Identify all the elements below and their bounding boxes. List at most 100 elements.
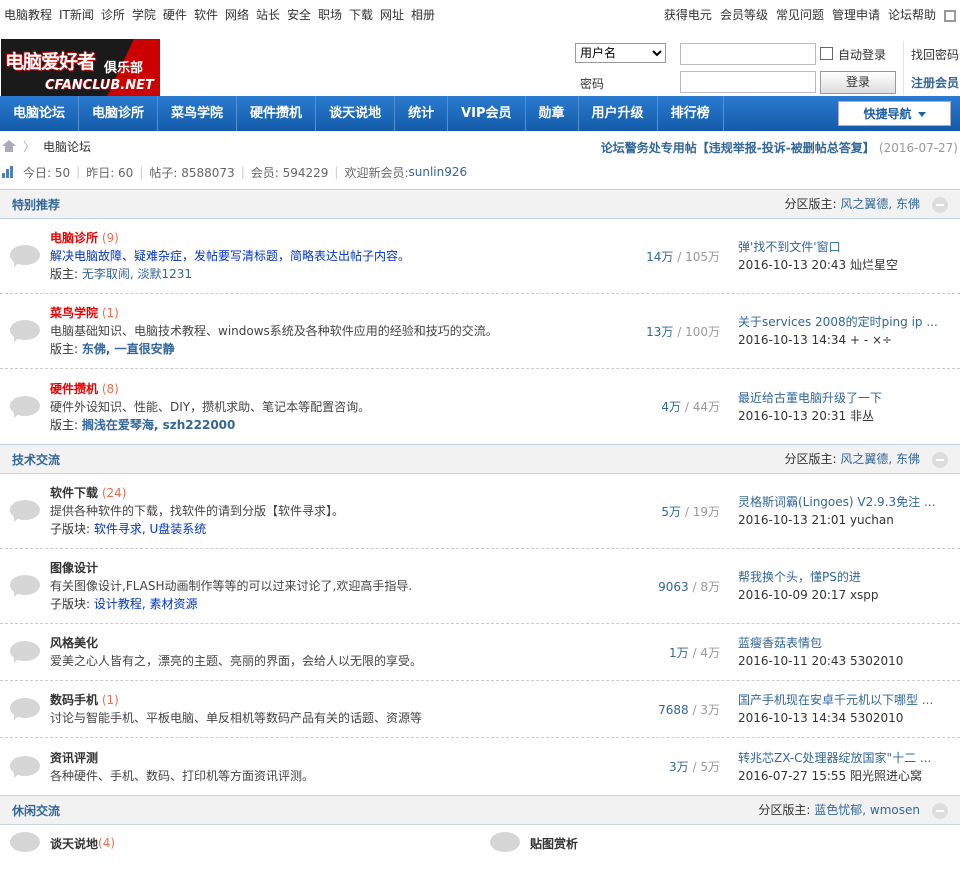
password-input[interactable] — [680, 71, 816, 93]
forum-name[interactable]: 风格美化 — [50, 636, 98, 650]
nav-item[interactable]: 谈天说地 — [316, 96, 396, 131]
section-tech: 技术交流 分区版主: 风之翼德, 东佛 软件下载 (24) 提供各种软件的下载，… — [0, 444, 960, 795]
forum-name[interactable]: 软件下载 — [50, 486, 98, 500]
moderator-links[interactable]: 东佛, 一直很安静 — [82, 342, 175, 356]
top-link[interactable]: 网址 — [380, 8, 404, 22]
forum-name[interactable]: 资讯评测 — [50, 751, 98, 765]
forum-name[interactable]: 硬件攒机 — [50, 382, 98, 396]
nav-item[interactable]: 用户升级 — [579, 96, 658, 131]
forum-name[interactable]: 数码手机 — [50, 693, 98, 707]
auto-login-checkbox[interactable] — [820, 47, 833, 60]
nav-item[interactable]: 菜鸟学院 — [158, 96, 238, 131]
forum-info: 软件下载 (24) 提供各种软件的下载，找软件的请到分版【软件寻求】。 子版块:… — [50, 484, 588, 538]
thread-count: 9063 — [658, 579, 689, 594]
auto-login-label[interactable]: 自动登录 — [838, 46, 886, 63]
find-password-link[interactable]: 找回密码 — [911, 46, 959, 63]
home-icon[interactable] — [2, 140, 16, 152]
login-button[interactable]: 登录 — [820, 71, 896, 94]
section-title[interactable]: 特别推荐 — [12, 196, 60, 213]
nav-item[interactable]: 硬件攒机 — [237, 96, 317, 131]
forum-new-count: (9) — [98, 231, 119, 245]
notice-link[interactable]: 论坛警务处专用帖【违规举报-投诉-被删帖总答复】 (2016-07-27) — [601, 139, 958, 156]
nav-item[interactable]: 电脑诊所 — [79, 96, 159, 131]
forum-row: 风格美化 爱美之心人皆有之，漂亮的主题、亮丽的界面，会给人以无限的享受。 1万 … — [0, 624, 960, 681]
top-link[interactable]: 安全 — [287, 8, 311, 22]
top-link[interactable]: 会员等级 — [720, 8, 768, 22]
forum-name[interactable]: 贴图赏析 — [530, 835, 578, 852]
last-post-title[interactable]: 灵格斯词霸(Lingoes) V2.9.3免注 ... — [738, 493, 960, 511]
nav-item[interactable]: 统计 — [395, 96, 449, 131]
forum-name[interactable]: 谈天说地 — [50, 835, 98, 852]
top-link[interactable]: 软件 — [194, 8, 218, 22]
nav-item[interactable]: 勋章 — [526, 96, 579, 131]
register-link[interactable]: 注册会员 — [911, 74, 959, 91]
nav-item[interactable]: VIP会员 — [448, 96, 526, 131]
top-link[interactable]: 论坛帮助 — [888, 8, 936, 22]
section-title[interactable]: 技术交流 — [12, 451, 60, 468]
top-link[interactable]: 硬件 — [163, 8, 187, 22]
thread-count: 5万 — [661, 504, 682, 519]
welcome-label: 欢迎新会员: — [344, 165, 409, 180]
nav-item[interactable]: 排行榜 — [658, 96, 724, 131]
forum-counts: 13万 / 100万 — [646, 324, 720, 339]
last-post-title[interactable]: 弹'找不到文件'窗口 — [738, 238, 960, 256]
section-title[interactable]: 休闲交流 — [12, 802, 60, 819]
username-input[interactable] — [680, 43, 816, 65]
top-link[interactable]: 相册 — [411, 8, 435, 22]
last-post-title[interactable]: 最近给古董电脑升级了一下 — [738, 389, 960, 407]
forum-new-count: (1) — [98, 693, 119, 707]
top-link[interactable]: 学院 — [132, 8, 156, 22]
breadcrumb-current[interactable]: 电脑论坛 — [43, 138, 91, 155]
last-post-title[interactable]: 蓝瘦香菇表情包 — [738, 634, 960, 652]
top-link[interactable]: 电脑教程 — [4, 8, 52, 22]
top-link[interactable]: 诊所 — [101, 8, 125, 22]
moderator-links[interactable]: 蓝色忧郁, wmosen — [814, 803, 920, 817]
collapse-icon[interactable] — [932, 196, 948, 213]
top-link[interactable]: 常见问题 — [776, 8, 824, 22]
last-post-title[interactable]: 帮我换个头，懂PS的进 — [738, 568, 960, 586]
forum-name[interactable]: 电脑诊所 — [50, 231, 98, 245]
post-count: 44万 — [692, 400, 720, 414]
section-special: 特别推荐 分区版主: 风之翼德, 东佛 电脑诊所 (9) 解决电脑故障、疑难杂症… — [0, 189, 960, 444]
top-links-right: 获得电元 会员等级 常见问题 管理申请 论坛帮助 — [656, 6, 956, 23]
quick-nav-button[interactable]: 快捷导航 — [838, 101, 951, 126]
top-link[interactable]: 网络 — [225, 8, 249, 22]
subforum-links[interactable]: 软件寻求, U盘装系统 — [94, 522, 206, 536]
forum-name[interactable]: 菜鸟学院 — [50, 306, 98, 320]
moderator-links[interactable]: 风之翼德, 东佛 — [840, 197, 920, 211]
top-link[interactable]: 站长 — [256, 8, 280, 22]
top-link[interactable]: 职场 — [318, 8, 342, 22]
login-type-select[interactable]: 用户名 — [575, 43, 666, 63]
last-post-title[interactable]: 关于services 2008的定时ping ip ... — [738, 313, 960, 331]
forum-new-count: (24) — [98, 486, 127, 500]
forum-bubble-icon — [10, 245, 42, 267]
section-header: 休闲交流 分区版主: 蓝色忧郁, wmosen — [0, 795, 960, 825]
post-count: 8万 — [700, 579, 720, 594]
forum-name[interactable]: 图像设计 — [50, 561, 98, 575]
forum-counts: 1万 / 4万 — [669, 645, 720, 660]
subforum-links[interactable]: 设计教程, 素材资源 — [94, 597, 198, 611]
post-count: 3万 — [700, 702, 720, 717]
forum-row: 资讯评测 各种硬件、手机、数码、打印机等方面资讯评测。 3万 / 5万 转兆芯Z… — [0, 738, 960, 795]
moderator-links[interactable]: 搁浅在爱琴海, szh222000 — [82, 418, 236, 432]
forum-moderators: 版主: 搁浅在爱琴海, szh222000 — [50, 416, 588, 434]
top-link[interactable]: 管理申请 — [832, 8, 880, 22]
new-member-link[interactable]: sunlin926 — [409, 165, 468, 179]
notice-text: 论坛警务处专用帖【违规举报-投诉-被删帖总答复】 — [600, 141, 875, 155]
expand-icon[interactable] — [944, 9, 956, 22]
top-link[interactable]: 获得电元 — [664, 8, 712, 22]
forum-info: 电脑诊所 (9) 解决电脑故障、疑难杂症，发帖要写清标题，简略表达出帖子内容。 … — [50, 229, 588, 283]
forum-counts: 5万 / 19万 — [661, 504, 720, 519]
collapse-icon[interactable] — [932, 451, 948, 468]
last-post-title[interactable]: 转兆芯ZX-C处理器绽放国家"十二 ... — [738, 749, 960, 767]
collapse-icon[interactable] — [932, 802, 948, 819]
top-link[interactable]: IT新闻 — [59, 8, 94, 22]
last-post-title[interactable]: 国产手机现在安卓千元机以下哪型 ... — [738, 691, 960, 709]
moderators-label: 分区版主: — [784, 197, 841, 212]
stat-today: 今日: 50 — [23, 165, 71, 180]
moderator-links[interactable]: 无李取闹, 淡默1231 — [82, 267, 192, 281]
moderator-links[interactable]: 风之翼德, 东佛 — [840, 452, 920, 466]
nav-item[interactable]: 电脑论坛 — [0, 96, 80, 131]
site-logo[interactable]: 电脑爱好者 俱乐部 CFANCLUB.NET — [1, 39, 160, 99]
top-link[interactable]: 下载 — [349, 8, 373, 22]
